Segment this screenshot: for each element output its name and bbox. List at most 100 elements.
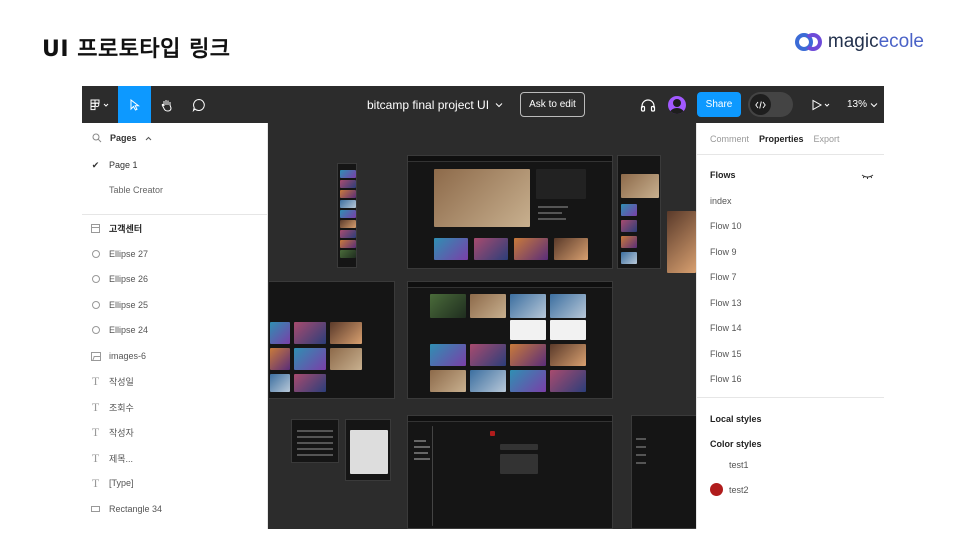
local-styles-heading: Local styles — [710, 414, 762, 424]
canvas-frame[interactable] — [269, 281, 395, 399]
ask-to-edit-button[interactable]: Ask to edit — [520, 92, 585, 117]
divider — [82, 214, 268, 215]
color-style-item[interactable]: test1 — [710, 458, 749, 471]
layer-item[interactable]: images-6 — [82, 346, 268, 366]
flow-item[interactable]: Flow 9 — [710, 247, 737, 257]
layer-item[interactable]: Ellipse 25 — [82, 295, 268, 315]
user-avatar[interactable] — [666, 86, 688, 123]
layer-item[interactable]: T 제목... — [82, 448, 268, 468]
frame-input — [500, 454, 538, 474]
frame-thumbnail — [340, 200, 356, 208]
hand-tool-button[interactable] — [151, 86, 183, 123]
flows-heading: Flows — [710, 170, 736, 180]
canvas-frame[interactable] — [407, 155, 613, 269]
chevron-down-icon — [870, 102, 878, 107]
layer-label: images-6 — [109, 351, 147, 361]
present-button[interactable] — [808, 86, 834, 123]
code-icon — [755, 100, 766, 109]
image-icon — [90, 351, 101, 361]
frame-thumbnail — [340, 230, 356, 238]
frame-thumbnail — [294, 374, 326, 392]
eye-closed-icon[interactable] — [861, 173, 874, 180]
audio-button[interactable] — [637, 86, 659, 123]
layer-label: 작성일 — [109, 376, 134, 387]
ellipse-icon — [91, 326, 100, 334]
layer-item[interactable]: 고객센터 — [82, 218, 268, 238]
color-style-name: test2 — [729, 484, 749, 495]
brand-logo: magicecole — [794, 31, 924, 53]
dev-mode-toggle[interactable] — [748, 92, 793, 117]
frame-thumbnail — [270, 322, 290, 344]
frame-thumbnail — [510, 294, 546, 318]
frame-thumbnail — [510, 344, 546, 366]
frame-text-line — [414, 458, 430, 460]
text-icon: T — [91, 399, 100, 414]
design-canvas[interactable] — [269, 123, 696, 529]
flow-item[interactable]: Flow 16 — [710, 374, 742, 384]
frame-text-line — [636, 438, 646, 440]
text-icon: T — [91, 450, 100, 465]
frame-thumbnail — [621, 236, 637, 248]
layer-label: Ellipse 24 — [109, 325, 149, 335]
layer-item[interactable]: T [Type] — [82, 473, 268, 493]
canvas-frame[interactable] — [407, 415, 613, 529]
canvas-frame[interactable] — [345, 419, 391, 481]
layer-item[interactable]: T 조회수 — [82, 397, 268, 417]
move-tool-button[interactable] — [118, 86, 151, 123]
main-menu-button[interactable] — [82, 86, 118, 123]
layer-label: 고객센터 — [109, 223, 143, 234]
frame-thumbnail — [430, 344, 466, 366]
canvas-frame[interactable] — [337, 163, 357, 268]
layer-item[interactable]: Ellipse 27 — [82, 244, 268, 264]
layer-item[interactable]: T 작성자 — [82, 422, 268, 442]
flow-item[interactable]: Flow 14 — [710, 323, 742, 333]
frame-dot — [490, 431, 495, 436]
cursor-icon — [130, 98, 140, 111]
layer-item[interactable]: Ellipse 24 — [82, 320, 268, 340]
frame-thumbnail — [621, 220, 637, 232]
frame-thumbnail — [621, 204, 637, 216]
frame-input — [500, 444, 538, 450]
headphones-icon — [640, 98, 656, 112]
layer-label: Ellipse 25 — [109, 300, 149, 310]
frame-thumbnail — [554, 238, 588, 260]
tab-properties[interactable]: Properties — [759, 134, 804, 144]
toolbar: bitcamp final project UI Ask to edit Sha… — [82, 86, 884, 123]
flow-item[interactable]: index — [710, 196, 732, 206]
canvas-frame[interactable] — [291, 419, 339, 463]
frame-thumbnail — [340, 170, 356, 178]
page-item-page-1[interactable]: ✔ Page 1 — [82, 155, 268, 175]
tab-export[interactable]: Export — [814, 134, 840, 144]
frame-thumbnail — [294, 322, 326, 344]
text-icon: T — [91, 475, 100, 490]
flow-item[interactable]: Flow 10 — [710, 221, 742, 231]
page-item-table-creator[interactable]: Table Creator — [82, 180, 268, 200]
color-style-item[interactable]: test2 — [710, 483, 749, 496]
canvas-frame[interactable] — [407, 281, 613, 399]
frame-thumbnail — [270, 374, 290, 392]
text-icon: T — [91, 373, 100, 388]
layer-item[interactable]: Ellipse 26 — [82, 269, 268, 289]
frame-text-line — [297, 436, 333, 438]
layers-panel: Pages ✔ Page 1 Table Creator 고객센터 Ellips… — [82, 123, 268, 529]
canvas-frame-partial[interactable] — [667, 211, 696, 273]
frame-text-line — [414, 452, 428, 454]
flow-item[interactable]: Flow 7 — [710, 272, 737, 282]
frame-thumbnail — [294, 348, 326, 370]
frame-header — [408, 416, 612, 422]
frame-header — [408, 282, 612, 288]
flow-item[interactable]: Flow 15 — [710, 349, 742, 359]
pages-header[interactable]: Pages — [92, 133, 152, 143]
zoom-dropdown[interactable]: 13% — [847, 86, 878, 123]
frame-thumbnail — [340, 220, 356, 228]
comment-tool-button[interactable] — [183, 86, 215, 123]
canvas-frame[interactable] — [617, 155, 661, 269]
layer-item[interactable]: T 작성일 — [82, 371, 268, 391]
file-name-dropdown[interactable]: bitcamp final project UI — [367, 86, 503, 123]
tab-comment[interactable]: Comment — [710, 134, 749, 144]
layer-item[interactable]: Rectangle 34 — [82, 499, 268, 519]
share-button[interactable]: Share — [697, 92, 741, 117]
flow-item[interactable]: Flow 13 — [710, 298, 742, 308]
figma-menu-icon — [90, 99, 109, 110]
canvas-frame[interactable] — [631, 415, 696, 529]
